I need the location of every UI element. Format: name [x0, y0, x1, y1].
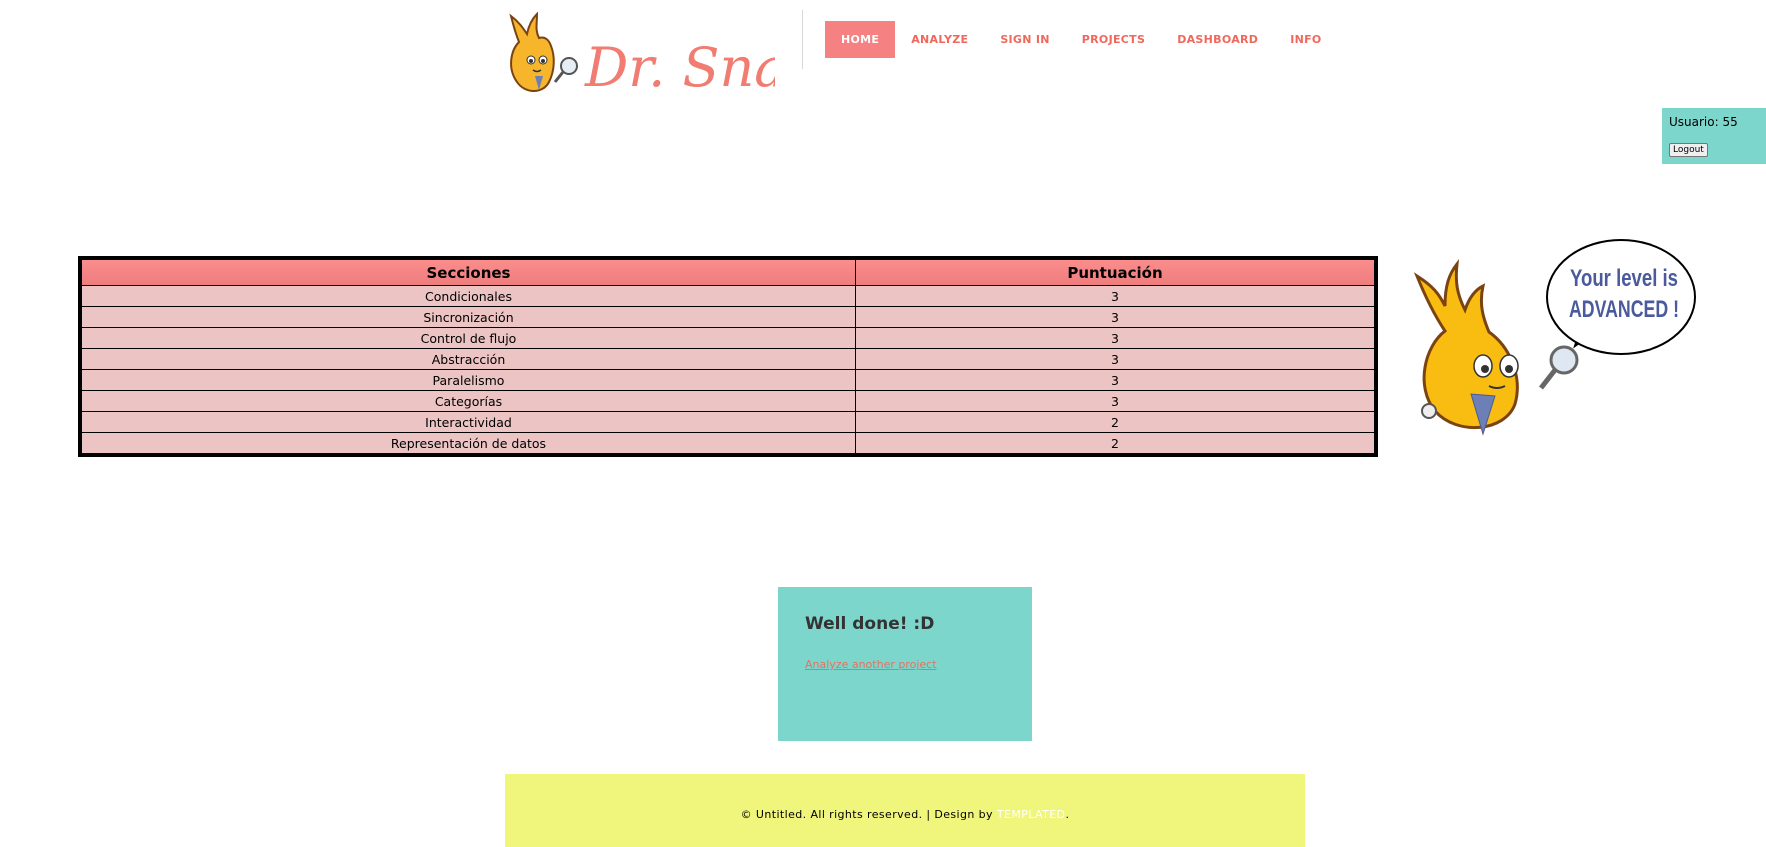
nav-dashboard[interactable]: DASHBOARD	[1161, 21, 1274, 58]
section-cell: Categorías	[79, 390, 856, 412]
table-header-row: Secciones Puntuación	[79, 257, 1377, 286]
section-cell: Interactividad	[79, 411, 856, 433]
user-box: Usuario: 55 Logout	[1662, 108, 1766, 164]
nav-sign-in[interactable]: SIGN IN	[984, 21, 1065, 58]
table-row: Control de flujo 3	[79, 327, 1377, 349]
table-row: Sincronización 3	[79, 306, 1377, 328]
logout-button[interactable]: Logout	[1669, 143, 1708, 157]
column-header-secciones: Secciones	[79, 257, 856, 286]
dr-snap-logo[interactable]: Dr. Snap!	[505, 10, 775, 100]
main-nav: HOME ANALYZE SIGN IN PROJECTS DASHBOARD …	[825, 21, 1338, 58]
score-cell: 3	[855, 285, 1377, 307]
speech-bubble: Your level is ADVANCED !	[1546, 239, 1696, 355]
table-row: Condicionales 3	[79, 285, 1377, 307]
footer: © Untitled. All rights reserved. | Desig…	[505, 774, 1305, 847]
footer-text: © Untitled. All rights reserved. | Desig…	[505, 808, 1305, 821]
score-cell: 3	[855, 327, 1377, 349]
logo-text: Dr. Snap!	[584, 36, 775, 99]
score-table: Secciones Puntuación Condicionales 3 Sin…	[78, 256, 1378, 457]
section-cell: Sincronización	[79, 306, 856, 328]
templated-link[interactable]: TEMPLATED	[997, 808, 1066, 821]
table-row: Representación de datos 2	[79, 432, 1377, 456]
section-cell: Abstracción	[79, 348, 856, 370]
speech-line-1: Your level is	[1570, 265, 1678, 292]
table-row: Interactividad 2	[79, 411, 1377, 433]
table-row: Categorías 3	[79, 390, 1377, 412]
section-cell: Paralelismo	[79, 369, 856, 391]
score-cell: 3	[855, 390, 1377, 412]
section-cell: Condicionales	[79, 285, 856, 307]
copyright-text: © Untitled. All rights reserved. | Desig…	[740, 808, 997, 821]
section-cell: Representación de datos	[79, 432, 856, 456]
score-cell: 3	[855, 369, 1377, 391]
header-divider	[802, 10, 803, 69]
table-row: Abstracción 3	[79, 348, 1377, 370]
speech-line-2: ADVANCED !	[1569, 296, 1679, 323]
score-cell: 3	[855, 306, 1377, 328]
column-header-puntuacion: Puntuación	[855, 257, 1377, 286]
level-mascot: Your level is ADVANCED !	[1413, 239, 1696, 436]
nav-home[interactable]: HOME	[825, 21, 896, 58]
result-box: Well done! :D Analyze another project	[778, 587, 1032, 741]
result-title: Well done! :D	[805, 614, 935, 634]
footer-suffix: .	[1065, 808, 1070, 821]
score-cell: 3	[855, 348, 1377, 370]
nav-analyze[interactable]: ANALYZE	[895, 21, 984, 58]
table-row: Paralelismo 3	[79, 369, 1377, 391]
score-cell: 2	[855, 432, 1377, 456]
nav-info[interactable]: INFO	[1274, 21, 1337, 58]
user-label: Usuario: 55	[1669, 115, 1738, 129]
nav-projects[interactable]: PROJECTS	[1066, 21, 1161, 58]
analyze-another-link[interactable]: Analyze another project	[805, 658, 937, 671]
section-cell: Control de flujo	[79, 327, 856, 349]
score-cell: 2	[855, 411, 1377, 433]
mascot-logo-icon	[509, 11, 578, 92]
